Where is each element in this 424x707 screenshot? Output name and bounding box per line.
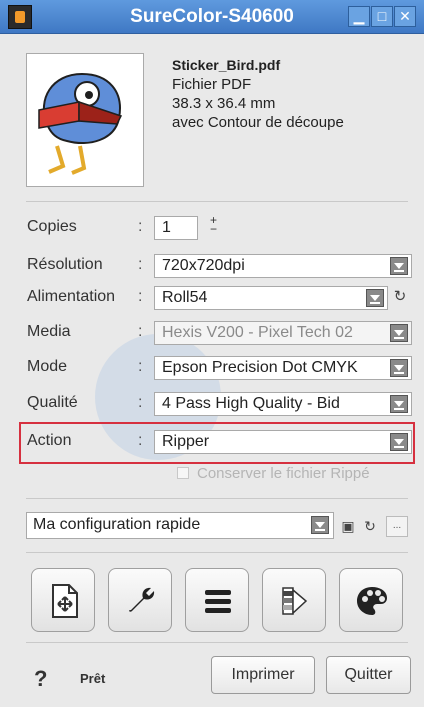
maximize-icon[interactable]: □ (371, 6, 393, 27)
file-name: Sticker_Bird.pdf (172, 57, 281, 73)
save-icon[interactable]: ▣ (338, 516, 358, 536)
colon: : (138, 288, 143, 305)
chevron-down-icon[interactable] (390, 257, 408, 275)
print-button[interactable]: Imprimer (211, 656, 315, 694)
media-label: Media (27, 323, 71, 340)
media-value: Hexis V200 - Pixel Tech 02 (162, 324, 353, 341)
mode-select[interactable]: Epson Precision Dot CMYK (154, 356, 412, 380)
swatches-tool-button[interactable] (262, 568, 326, 632)
status-text: Prêt (80, 671, 106, 686)
colon: : (138, 323, 143, 340)
wrench-icon (129, 587, 155, 612)
refresh-icon[interactable]: ↻ (391, 288, 409, 306)
copies-input[interactable]: 1 (154, 216, 198, 240)
feed-label: Alimentation (27, 288, 116, 305)
feed-select[interactable]: Roll54 (154, 286, 388, 310)
action-value: Ripper (162, 433, 210, 450)
chevron-down-icon[interactable] (390, 359, 408, 377)
chevron-down-icon[interactable] (366, 289, 384, 307)
checkbox[interactable] (177, 467, 189, 479)
action-select[interactable]: Ripper (154, 430, 412, 454)
chevron-down-icon[interactable] (390, 324, 408, 342)
copies-label: Copies (27, 218, 77, 235)
action-label: Action (27, 432, 72, 449)
resolution-value: 720x720dpi (162, 257, 245, 274)
colon: : (138, 256, 143, 273)
window-title: SureColor-S40600 (130, 6, 294, 27)
placement-tool-button[interactable] (31, 568, 95, 632)
file-thumbnail (26, 53, 144, 187)
chevron-down-icon[interactable] (311, 516, 329, 534)
file-size: 38.3 x 36.4 mm (172, 95, 276, 112)
minimize-icon[interactable]: ▁ (348, 6, 370, 27)
file-cut-contour: avec Contour de découpe (172, 114, 344, 131)
divider (26, 498, 408, 499)
file-type: Fichier PDF (172, 76, 252, 93)
chevron-down-icon[interactable] (390, 433, 408, 451)
palette-icon (357, 587, 387, 615)
divider (26, 201, 408, 202)
file-info: Sticker_Bird.pdf Fichier PDF 38.3 x 36.4… (172, 56, 344, 132)
quality-value: 4 Pass High Quality - Bid (162, 395, 340, 412)
settings-tool-button[interactable] (108, 568, 172, 632)
queue-tool-button[interactable] (185, 568, 249, 632)
help-icon[interactable]: ? (34, 666, 47, 692)
chevron-down-icon[interactable] (390, 395, 408, 413)
quality-select[interactable]: 4 Pass High Quality - Bid (154, 392, 412, 416)
media-select[interactable]: Hexis V200 - Pixel Tech 02 (154, 321, 412, 345)
refresh-icon[interactable]: ↻ (360, 516, 380, 536)
resolution-label: Résolution (27, 256, 103, 273)
mode-label: Mode (27, 358, 68, 375)
close-icon[interactable]: ✕ (394, 6, 416, 27)
feed-value: Roll54 (162, 289, 208, 306)
divider (26, 642, 408, 643)
app-icon (8, 5, 32, 29)
keep-ripped-file-option[interactable]: Conserver le fichier Rippé (177, 465, 370, 482)
color-swatches-icon (282, 587, 308, 615)
list-icon (205, 590, 231, 613)
keep-ripped-file-label: Conserver le fichier Rippé (197, 465, 370, 482)
colon: : (138, 432, 143, 449)
divider (26, 552, 408, 553)
quit-button[interactable]: Quitter (326, 656, 411, 694)
page-placement-icon (52, 584, 78, 618)
mode-value: Epson Precision Dot CMYK (162, 359, 358, 376)
quality-label: Qualité (27, 394, 78, 411)
palette-tool-button[interactable] (339, 568, 403, 632)
quick-config-select[interactable]: Ma configuration rapide (26, 512, 334, 539)
more-button[interactable]: ... (386, 516, 408, 537)
window-titlebar: SureColor-S40600 ▁ □ ✕ (0, 0, 424, 34)
quick-config-value: Ma configuration rapide (33, 516, 201, 533)
resolution-select[interactable]: 720x720dpi (154, 254, 412, 278)
bird-sticker-image (38, 72, 123, 175)
colon: : (138, 394, 143, 411)
colon: : (138, 358, 143, 375)
copies-stepper[interactable]: + − (210, 214, 220, 240)
colon: : (138, 218, 143, 235)
